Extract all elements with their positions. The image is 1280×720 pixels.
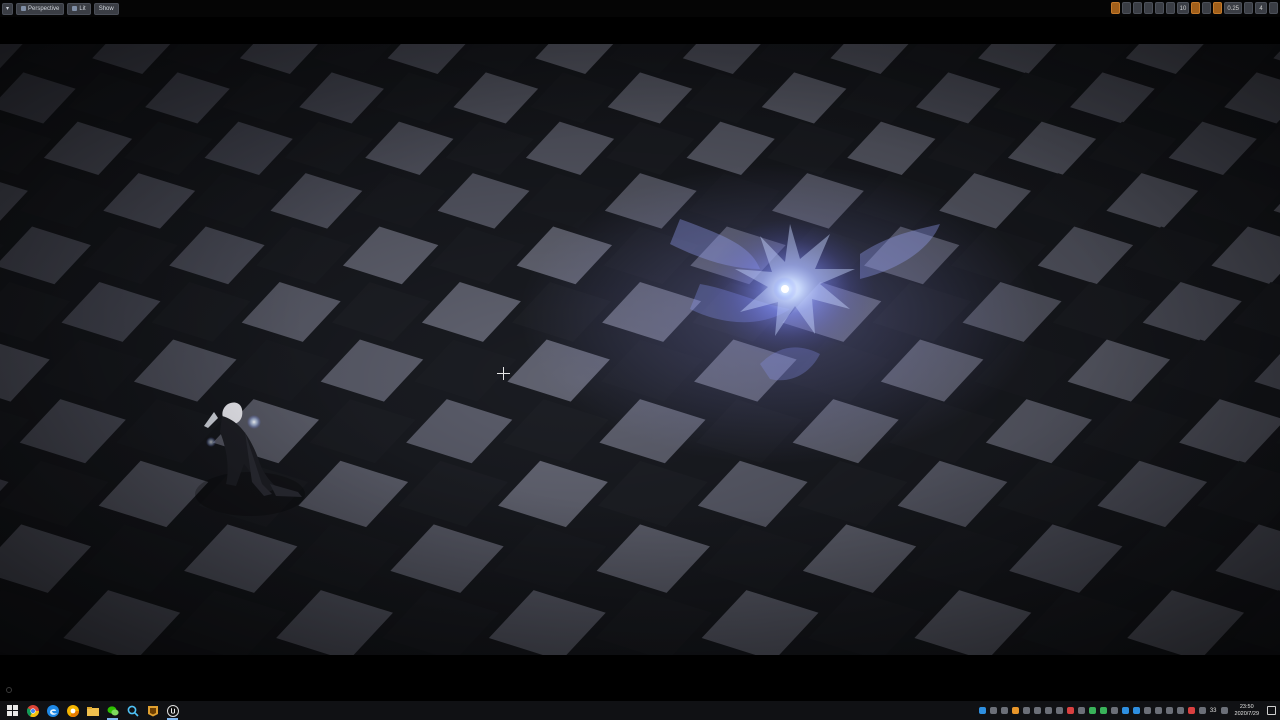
tray-app-icon[interactable] bbox=[1011, 707, 1019, 714]
chrome-taskbar-button[interactable] bbox=[26, 704, 39, 717]
chevron-down-icon: ▾ bbox=[5, 5, 9, 12]
tray-app-icon[interactable] bbox=[1000, 707, 1008, 714]
scale-icon[interactable] bbox=[1132, 2, 1142, 14]
tray-app-icon[interactable] bbox=[1198, 707, 1206, 714]
light-bulb-icon bbox=[72, 6, 78, 11]
windows-start-button[interactable] bbox=[6, 704, 19, 717]
antivirus-icon[interactable] bbox=[1187, 707, 1195, 714]
layout-icon[interactable] bbox=[1244, 2, 1253, 14]
tray-app-icon[interactable] bbox=[1077, 707, 1085, 714]
mouse-cursor-crosshair bbox=[497, 367, 510, 380]
clock-date: 2020/7/29 bbox=[1234, 710, 1259, 717]
surface-snap-icon[interactable] bbox=[1154, 2, 1164, 14]
grid-snap-icon[interactable] bbox=[1165, 2, 1175, 14]
maximize-icon[interactable] bbox=[1269, 2, 1278, 14]
volume-icon[interactable] bbox=[1165, 707, 1173, 714]
unreal-engine-taskbar-button[interactable] bbox=[166, 704, 179, 720]
world-local-icon[interactable] bbox=[1143, 2, 1153, 14]
lit-label: Lit bbox=[79, 5, 86, 12]
microphone-icon[interactable] bbox=[1110, 707, 1118, 714]
clock-time: 23:50 bbox=[1239, 703, 1254, 710]
search-app-taskbar-button[interactable] bbox=[126, 704, 139, 717]
epic-launcher-taskbar-button[interactable] bbox=[146, 704, 159, 717]
translate-icon[interactable] bbox=[1110, 2, 1120, 14]
level-viewport[interactable] bbox=[0, 44, 1280, 655]
viewport-options-button[interactable]: ▾ bbox=[2, 2, 13, 15]
rotate-icon[interactable] bbox=[1121, 2, 1131, 14]
perspective-label: Perspective bbox=[28, 5, 60, 12]
checker-floor bbox=[0, 44, 1280, 655]
file-explorer-taskbar-button[interactable] bbox=[86, 704, 99, 717]
keyboard-icon[interactable] bbox=[1033, 707, 1041, 714]
perspective-button[interactable]: Perspective bbox=[16, 2, 65, 15]
edge-icon bbox=[46, 704, 59, 717]
viewport-toolbar: ▾ Perspective Lit Show 10 0.25 4 bbox=[0, 0, 1280, 17]
tray-app-icon[interactable] bbox=[1044, 707, 1052, 714]
camera-count-value[interactable]: 4 bbox=[1255, 2, 1267, 14]
tray-app-icon[interactable] bbox=[1055, 707, 1063, 714]
notification-center-icon[interactable] bbox=[1267, 706, 1276, 715]
wechat-icon bbox=[107, 705, 119, 715]
rotation-snap-icon[interactable] bbox=[1191, 2, 1201, 14]
epic-launcher-icon bbox=[147, 705, 158, 716]
tray-number: 33 bbox=[1209, 707, 1217, 714]
tray-app-icon[interactable] bbox=[1088, 707, 1096, 714]
grid-snap-value[interactable]: 10 bbox=[1176, 2, 1190, 14]
unreal-engine-icon bbox=[166, 704, 179, 717]
chrome-dev-icon bbox=[66, 704, 79, 717]
tray-app-icon[interactable] bbox=[1099, 707, 1107, 714]
tray-app-icon[interactable] bbox=[1132, 707, 1140, 714]
bluetooth-icon[interactable] bbox=[978, 707, 986, 714]
clock[interactable]: 23:50 2020/7/29 bbox=[1235, 704, 1259, 718]
wechat-taskbar-button[interactable] bbox=[106, 704, 119, 720]
ime-icon[interactable] bbox=[1220, 707, 1228, 714]
tray-app-icon[interactable] bbox=[1121, 707, 1129, 714]
system-tray: 33 23:50 2020/7/29 bbox=[978, 701, 1276, 720]
show-button[interactable]: Show bbox=[93, 2, 119, 15]
tray-app-icon[interactable] bbox=[989, 707, 997, 714]
network-icon[interactable] bbox=[1176, 707, 1184, 714]
camera-speed-value[interactable]: 0.25 bbox=[1224, 2, 1242, 14]
folder-icon bbox=[86, 706, 99, 716]
chrome-dev-taskbar-button[interactable] bbox=[66, 704, 79, 717]
tray-app-icon[interactable] bbox=[1143, 707, 1151, 714]
search-app-icon bbox=[127, 705, 139, 717]
tray-app-icon[interactable] bbox=[1022, 707, 1030, 714]
camera-icon bbox=[21, 6, 26, 11]
status-indicator-icon bbox=[6, 687, 12, 693]
chrome-icon bbox=[26, 704, 39, 717]
scale-snap-icon[interactable] bbox=[1202, 2, 1212, 14]
windows-logo-icon bbox=[7, 705, 18, 716]
camera-speed-icon[interactable] bbox=[1213, 2, 1223, 14]
tray-app-icon[interactable] bbox=[1154, 707, 1162, 714]
show-label: Show bbox=[98, 5, 114, 12]
edge-taskbar-button[interactable] bbox=[46, 704, 59, 717]
tray-app-icon[interactable] bbox=[1066, 707, 1074, 714]
lit-mode-button[interactable]: Lit bbox=[67, 2, 91, 15]
windows-taskbar: 33 23:50 2020/7/29 bbox=[0, 701, 1280, 720]
